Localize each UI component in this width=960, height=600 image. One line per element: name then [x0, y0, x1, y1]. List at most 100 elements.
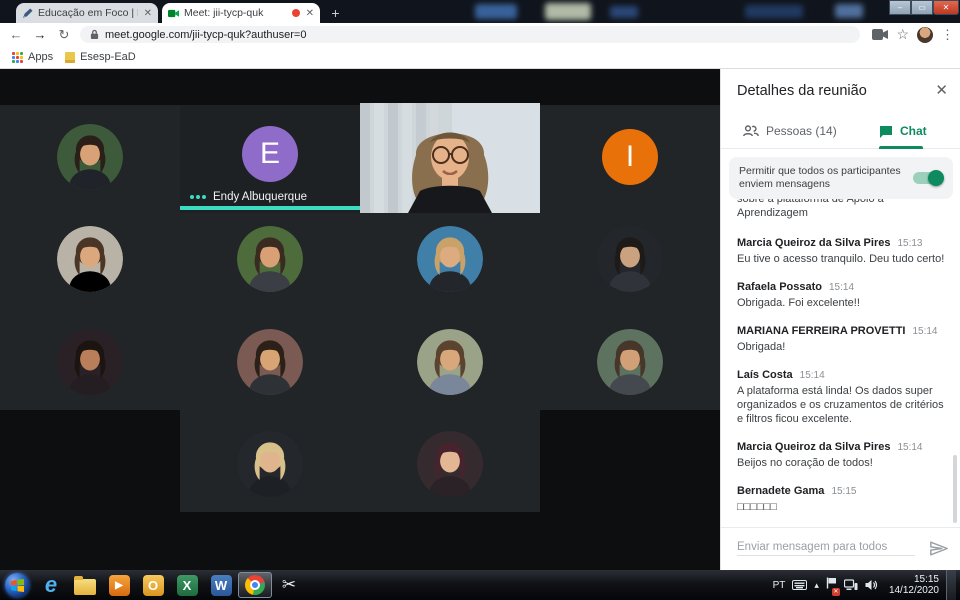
speaker-icon[interactable] [865, 579, 878, 591]
new-tab-button[interactable]: + [327, 5, 344, 22]
tab-close-icon[interactable]: ✕ [144, 8, 152, 19]
participant-photo [57, 226, 123, 292]
taskbar-snipping-tool[interactable]: ✂ [272, 572, 306, 598]
participant-avatar[interactable] [597, 226, 663, 292]
message-text: □□□□□□ [737, 501, 777, 513]
profile-avatar[interactable] [917, 26, 933, 43]
hidden-icons-arrow[interactable]: ▴ [814, 580, 819, 591]
word-icon: W [210, 574, 232, 596]
participant-avatar[interactable] [57, 124, 123, 190]
media-player-icon: ▶ [108, 574, 130, 596]
bookmark-esesp[interactable]: Esesp-EaD [65, 51, 136, 63]
tab-people[interactable]: Pessoas (14) [743, 113, 837, 149]
message-sender: Marcia Queiroz da Silva Pires [737, 441, 891, 453]
taskbar-word[interactable]: W [204, 572, 238, 598]
allow-messages-toggle[interactable] [913, 170, 944, 186]
message-sender: MARIANA FERREIRA PROVETTI [737, 325, 906, 337]
desktop-blur-blob [545, 3, 591, 20]
bookmark-apps[interactable]: Apps [12, 51, 53, 63]
allow-messages-toggle-card: Permitir que todos os participantes envi… [729, 157, 953, 199]
chat-messages[interactable]: sobre a plataforma de Apoio à Aprendizag… [737, 199, 945, 525]
message-time: 15:14 [799, 370, 825, 381]
window-minimize-button[interactable]: – [889, 0, 911, 15]
address-bar[interactable]: meet.google.com/jii-tycp-quk?authuser=0 [80, 26, 860, 43]
message-time: 15:15 [831, 486, 857, 497]
excel-icon: X [176, 574, 198, 596]
message-time: 15:14 [897, 442, 923, 453]
forward-icon[interactable]: → [28, 27, 52, 42]
tab-label: Chat [900, 124, 927, 138]
participant-avatar[interactable] [57, 329, 123, 395]
panel-tabs: Pessoas (14) Chat [721, 113, 960, 149]
message-sender: Rafaela Possato [737, 281, 822, 293]
window-maximize-button[interactable]: ▭ [911, 0, 933, 15]
ie-icon: e [44, 572, 58, 597]
keyboard-icon[interactable] [792, 580, 808, 590]
participant-avatar[interactable] [237, 431, 303, 497]
participant-photo [237, 329, 303, 395]
close-panel-icon[interactable]: ✕ [935, 81, 948, 99]
participant-avatar[interactable] [237, 226, 303, 292]
desktop-blur-blob [475, 4, 517, 19]
avatar-initial-circle-i[interactable]: I [602, 129, 658, 185]
browser-tab-meet[interactable]: Meet: jii-tycp-quk ✕ [162, 3, 320, 23]
taskbar-media-player[interactable]: ▶ [102, 572, 136, 598]
participant-photo [597, 226, 663, 292]
send-icon[interactable] [929, 540, 949, 557]
tab-chat[interactable]: Chat [879, 113, 927, 149]
tab-title: Educação em Foco | Bem-vindo [38, 7, 138, 19]
chat-message-input[interactable] [737, 539, 915, 556]
chat-message: Rafaela Possato 15:14 Obrigada. Foi excele… [737, 281, 945, 310]
participant-photo [57, 329, 123, 395]
bookmark-label: Apps [28, 51, 54, 63]
show-desktop-button[interactable] [946, 570, 956, 600]
participant-tile-endy[interactable]: E Endy Albuquerque [180, 105, 360, 213]
main-video-tile[interactable] [360, 103, 540, 213]
chat-message: Laís Costa 15:14 A plataforma está linda! … [737, 369, 945, 426]
start-button[interactable] [0, 572, 34, 598]
participant-avatar[interactable] [417, 226, 483, 292]
message-text: Aprendizagem [737, 207, 808, 219]
participant-avatar[interactable] [57, 226, 123, 292]
language-indicator[interactable]: PT [773, 580, 786, 591]
taskbar-outlook[interactable]: O [136, 572, 170, 598]
window-close-button[interactable]: ✕ [933, 0, 959, 15]
participant-avatar[interactable] [417, 329, 483, 395]
participant-avatar[interactable] [237, 329, 303, 395]
menu-dots-icon[interactable]: ⋮ [941, 27, 954, 43]
system-tray: PT ▴ ✕ 15:15 14/12/2020 [773, 570, 960, 600]
message-text: Beijos no coração de todos! [737, 457, 873, 469]
taskbar-chrome-active[interactable] [238, 572, 272, 598]
windows-taskbar: e ▶ O X W ✂ PT ▴ ✕ 15:15 14/12/2020 [0, 570, 960, 600]
participant-photo [597, 329, 663, 395]
browser-tab-educacao[interactable]: Educação em Foco | Bem-vindo ✕ [16, 3, 158, 23]
desktop-blur-blob [610, 6, 638, 18]
folder-icon [74, 575, 96, 595]
video-feed [360, 103, 540, 213]
action-center-flag-icon[interactable]: ✕ [826, 576, 840, 596]
participant-avatar[interactable] [417, 431, 483, 497]
participant-photo [417, 329, 483, 395]
taskbar-explorer[interactable] [68, 572, 102, 598]
back-icon[interactable]: ← [4, 27, 28, 42]
apps-grid-icon [12, 51, 23, 63]
chat-scrollbar[interactable] [953, 455, 957, 523]
tray-clock[interactable]: 15:15 14/12/2020 [889, 574, 939, 596]
tab-label: Pessoas (14) [766, 124, 837, 138]
chat-icon [880, 125, 892, 138]
bookmark-favicon [65, 51, 76, 63]
participant-avatar[interactable] [597, 329, 663, 395]
chat-message: Marcia Queiroz da Silva Pires 15:14 Beijos… [737, 441, 945, 470]
message-text: Obrigada! [737, 341, 786, 353]
reload-icon[interactable]: ↻ [52, 27, 76, 43]
active-tab-underline [879, 146, 923, 149]
desktop-blur-blob [835, 4, 863, 18]
bookmark-star-icon[interactable]: ☆ [896, 26, 909, 43]
pencil-favicon [22, 7, 33, 18]
taskbar-ie[interactable]: e [34, 572, 68, 598]
media-camera-icon[interactable] [872, 29, 889, 40]
tab-close-icon[interactable]: ✕ [306, 8, 314, 19]
chat-message: MARIANA FERREIRA PROVETTI 15:14 Obrigada! [737, 325, 945, 354]
taskbar-excel[interactable]: X [170, 572, 204, 598]
network-icon[interactable] [843, 579, 858, 591]
